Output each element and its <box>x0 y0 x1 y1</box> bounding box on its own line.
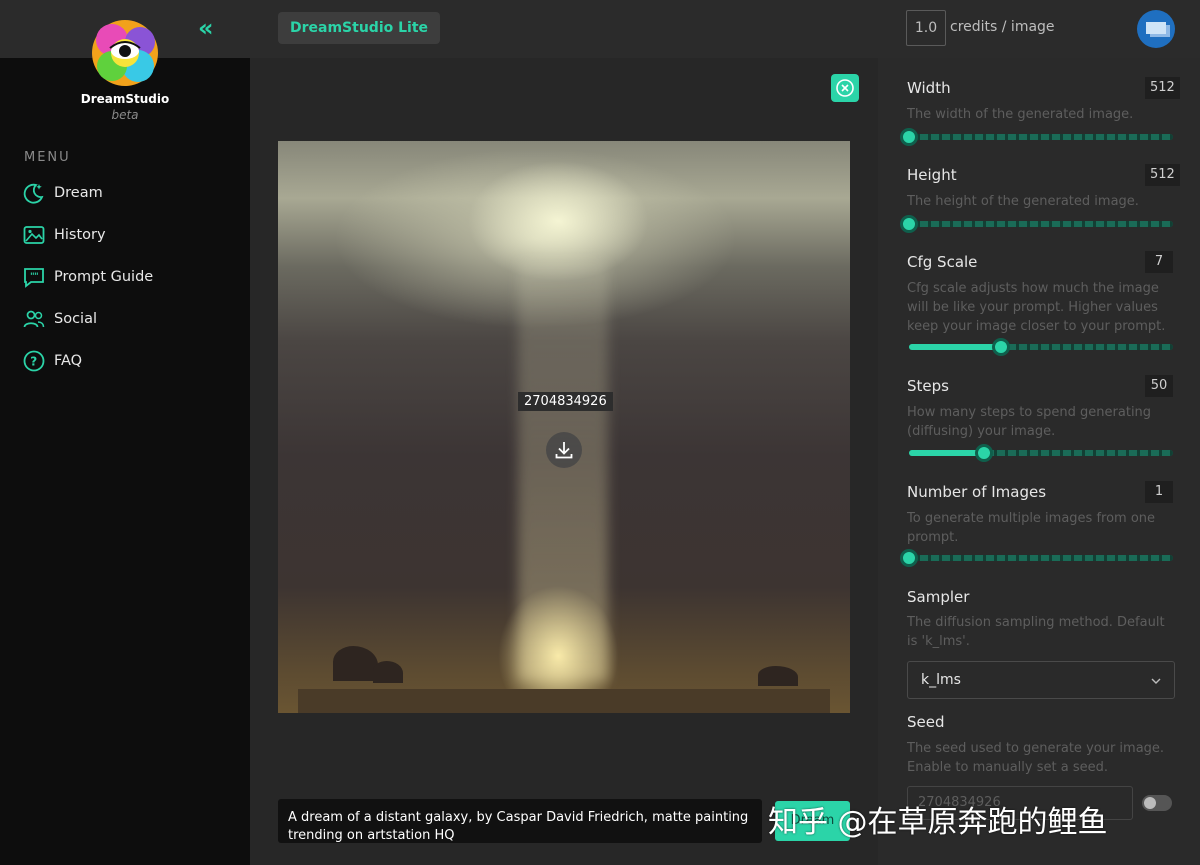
sidebar-item-label: History <box>54 227 106 243</box>
light-beam <box>518 261 608 681</box>
menu-heading: MENU <box>24 150 71 165</box>
height-slider[interactable] <box>900 214 1173 234</box>
prompt-input[interactable]: A dream of a distant galaxy, by Caspar D… <box>278 799 762 843</box>
steps-value: 50 <box>1145 375 1173 397</box>
sidebar-item-dream[interactable]: Dream <box>22 179 103 207</box>
height-value: 512 <box>1145 164 1180 186</box>
slider-thumb[interactable] <box>992 338 1010 356</box>
close-circle-icon <box>836 79 854 97</box>
num-images-description: To generate multiple images from one pro… <box>907 511 1156 545</box>
svg-text:": " <box>34 272 39 282</box>
cfg-scale-description: Cfg scale adjusts how much the image wil… <box>907 281 1166 334</box>
num-images-value: 1 <box>1145 481 1173 503</box>
sidebar-item-label: FAQ <box>54 353 83 369</box>
dreamstudio-app: DreamStudio beta MENU Dream History " " <box>0 0 1200 865</box>
seed-tag: 2704834926 <box>518 392 613 411</box>
quote-bubble-icon: " " <box>24 268 44 288</box>
slider-thumb[interactable] <box>900 128 918 146</box>
moon-stars-icon <box>23 183 44 204</box>
slider-thumb[interactable] <box>975 444 993 462</box>
seed-description: The seed used to generate your image. En… <box>907 741 1165 775</box>
slider-thumb[interactable] <box>900 215 918 233</box>
brand-pill[interactable]: DreamStudio Lite <box>278 12 441 44</box>
steps-slider[interactable] <box>909 443 1173 463</box>
credits-label: credits / image <box>950 19 1055 35</box>
image-icon <box>23 226 45 244</box>
steps-title: Steps <box>907 377 949 395</box>
seed-title: Seed <box>907 713 945 731</box>
rock <box>758 666 798 686</box>
rock <box>333 646 378 681</box>
logo-title: DreamStudio <box>80 92 170 106</box>
sidebar-item-social[interactable]: Social <box>22 305 97 333</box>
watermark-text: 知乎 @在草原奔跑的鲤鱼 <box>768 805 1108 840</box>
generated-image[interactable] <box>278 141 850 713</box>
collapse-sidebar-icon[interactable]: « <box>198 14 214 42</box>
logo-subtitle: beta <box>111 108 139 122</box>
sidebar: DreamStudio beta MENU Dream History " " <box>0 0 250 865</box>
ground <box>298 689 830 713</box>
users-icon <box>23 310 45 328</box>
download-icon <box>555 442 573 459</box>
sampler-title: Sampler <box>907 588 970 606</box>
height-title: Height <box>907 166 957 184</box>
close-button[interactable] <box>831 74 859 102</box>
num-images-title: Number of Images <box>907 483 1047 501</box>
height-description: The height of the generated image. <box>907 194 1139 209</box>
seed-toggle[interactable] <box>1142 795 1172 811</box>
chevron-down-icon <box>1150 662 1162 698</box>
svg-text:?: ? <box>30 355 37 369</box>
cfg-scale-value: 7 <box>1145 251 1173 273</box>
cfg-scale-slider[interactable] <box>909 337 1173 357</box>
sampler-selected-value: k_lms <box>921 672 961 688</box>
sidebar-item-label: Prompt Guide <box>54 269 154 285</box>
num-images-slider[interactable] <box>900 548 1173 568</box>
steps-description: How many steps to spend generating (diff… <box>907 405 1152 439</box>
sidebar-item-faq[interactable]: ? FAQ <box>22 347 82 375</box>
sidebar-item-label: Social <box>54 311 97 327</box>
width-value: 512 <box>1145 77 1180 99</box>
download-button[interactable] <box>546 432 582 468</box>
slider-thumb[interactable] <box>900 549 918 567</box>
sidebar-item-label: Dream <box>54 185 103 201</box>
sidebar-item-prompt-guide[interactable]: " " Prompt Guide <box>22 263 153 291</box>
width-title: Width <box>907 79 951 97</box>
sidebar-item-history[interactable]: History <box>22 221 106 249</box>
cfg-scale-title: Cfg Scale <box>907 253 978 271</box>
sampler-select[interactable]: k_lms <box>907 661 1175 699</box>
avatar[interactable] <box>1137 10 1175 48</box>
question-circle-icon: ? <box>23 350 45 372</box>
width-description: The width of the generated image. <box>907 107 1134 122</box>
rock <box>373 661 403 683</box>
dreamstudio-logo[interactable] <box>90 18 160 88</box>
sampler-description: The diffusion sampling method. Default i… <box>907 615 1165 649</box>
credits-value: 1.0 <box>906 10 946 46</box>
width-slider[interactable] <box>900 127 1173 147</box>
